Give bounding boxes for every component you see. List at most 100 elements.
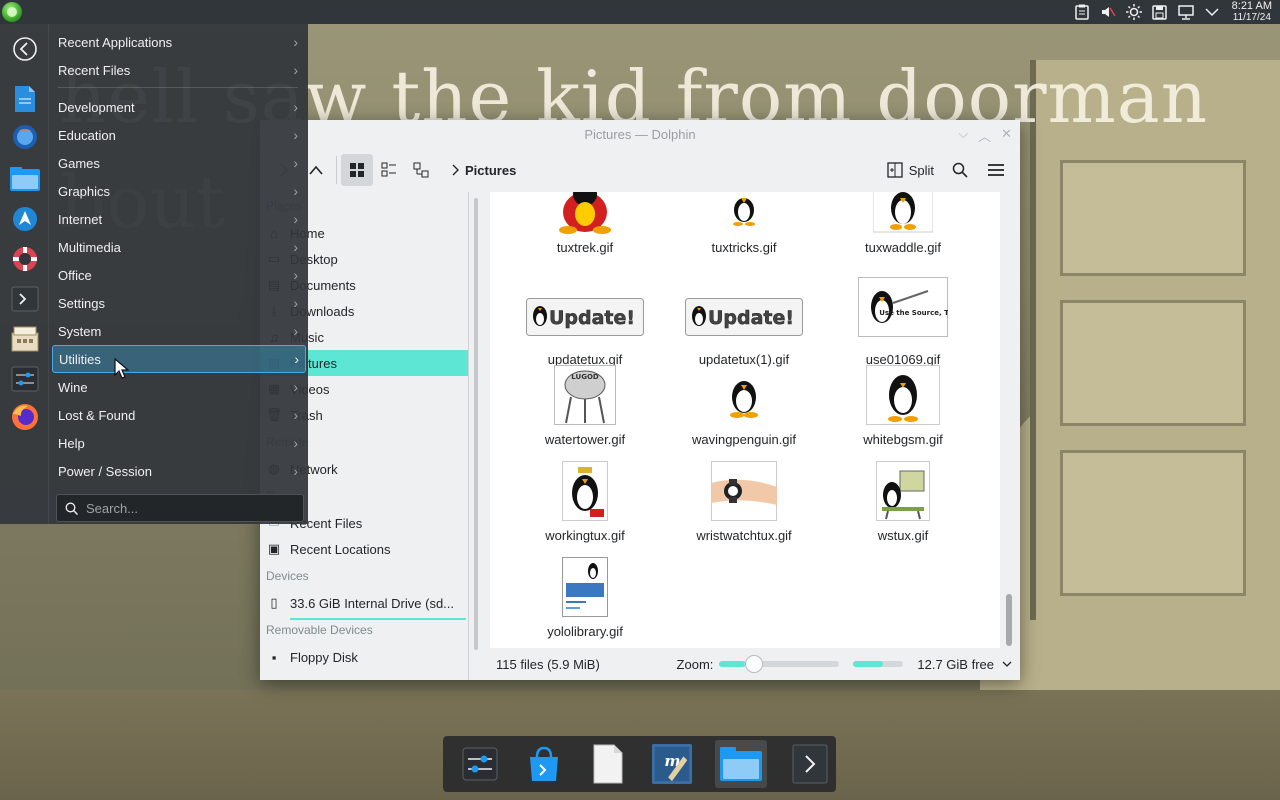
brightness-icon[interactable] xyxy=(1124,2,1144,22)
menu-item-development[interactable]: Development › xyxy=(52,93,304,121)
dock-system-settings[interactable] xyxy=(459,742,501,786)
file-item[interactable]: tuxtrek.gif xyxy=(510,192,660,255)
dock-file-manager[interactable] xyxy=(715,740,767,788)
file-item[interactable]: LUGOD watertower.gif xyxy=(510,364,660,447)
file-name: tuxtrek.gif xyxy=(556,240,614,255)
zoom-slider-handle[interactable] xyxy=(745,655,764,673)
wallpaper-door-panel xyxy=(1060,160,1246,276)
menu-item-office[interactable]: Office › xyxy=(52,261,304,289)
menu-item-help[interactable]: Help › xyxy=(52,429,304,457)
save-icon[interactable] xyxy=(1150,2,1170,22)
favorite-terminal[interactable] xyxy=(8,282,42,316)
breadcrumb[interactable]: Pictures xyxy=(451,163,516,178)
free-space-label: 12.7 GiB free xyxy=(917,656,994,672)
favorite-browser[interactable] xyxy=(8,120,42,154)
close-icon[interactable]: ✕ xyxy=(1001,126,1012,145)
dock-more[interactable] xyxy=(789,742,831,786)
menu-label: Utilities xyxy=(59,351,101,367)
menu-item-recent-applications[interactable]: Recent Applications › xyxy=(52,28,304,56)
file-item[interactable]: wstux.gif xyxy=(828,460,978,543)
menu-item-lost-found[interactable]: Lost & Found › xyxy=(52,401,304,429)
menu-label: Office xyxy=(58,267,92,283)
file-item[interactable]: Use the Source, Tux! use01069.gif xyxy=(828,268,978,367)
details-view-button[interactable] xyxy=(405,154,437,186)
window-titlebar[interactable]: Pictures — Dolphin ⌵ ︿ ✕ xyxy=(260,120,1020,148)
split-button[interactable]: Split xyxy=(881,154,940,186)
devices-section-header: Devices xyxy=(266,569,309,583)
file-item[interactable]: Update! updatetux(1).gif xyxy=(669,288,819,367)
compact-view-button[interactable] xyxy=(373,154,405,186)
menu-search-input[interactable]: Search... xyxy=(56,494,304,522)
blank-document-icon xyxy=(593,744,623,784)
favorite-settings[interactable] xyxy=(8,362,42,396)
scrollbar-thumb[interactable] xyxy=(1006,594,1012,646)
menu-item-multimedia[interactable]: Multimedia › xyxy=(52,233,304,261)
favorite-discover[interactable] xyxy=(8,202,42,236)
places-item-internal-drive[interactable]: ▯ 33.6 GiB Internal Drive (sd... xyxy=(260,590,468,616)
volume-muted-icon[interactable] xyxy=(1098,2,1118,22)
file-name: watertower.gif xyxy=(544,432,626,447)
hamburger-menu-button[interactable] xyxy=(980,154,1012,186)
places-item-floppy[interactable]: ▪ Floppy Disk xyxy=(260,644,468,670)
menu-item-power-session[interactable]: Power / Session › xyxy=(52,457,304,485)
file-item[interactable]: whitebgsm.gif xyxy=(828,364,978,447)
file-item[interactable]: Update! updatetux.gif xyxy=(510,288,660,367)
menu-item-recent-files[interactable]: Recent Files › xyxy=(52,56,304,84)
recent-locations-icon: ▣ xyxy=(267,541,281,556)
favorite-tool[interactable] xyxy=(8,322,42,356)
menu-label: Settings xyxy=(58,295,105,311)
zoom-slider[interactable] xyxy=(719,655,840,673)
menu-label: Recent Applications xyxy=(58,34,173,50)
drive-usage-bar xyxy=(290,618,466,620)
menu-item-graphics[interactable]: Graphics › xyxy=(52,177,304,205)
workstation-tux-icon xyxy=(876,461,930,521)
dock-text-editor[interactable]: m xyxy=(651,742,693,786)
application-launcher-button[interactable] xyxy=(2,2,22,22)
places-scrollbar[interactable] xyxy=(474,198,478,650)
toolbar-separator xyxy=(336,156,337,184)
file-thumbnail xyxy=(562,460,608,522)
file-item[interactable]: wristwatchtux.gif xyxy=(669,460,819,543)
chevron-right-icon: › xyxy=(293,239,298,255)
dock-discover[interactable] xyxy=(523,742,565,786)
breadcrumb-current[interactable]: Pictures xyxy=(465,163,516,178)
menu-item-system[interactable]: System › xyxy=(52,317,304,345)
back-button[interactable] xyxy=(8,32,42,66)
file-name: yololibrary.gif xyxy=(547,624,623,639)
dock-blank-document[interactable] xyxy=(587,742,629,786)
menu-item-games[interactable]: Games › xyxy=(52,149,304,177)
digital-clock[interactable]: 8:21 AM 11/17/24 xyxy=(1232,1,1272,24)
menu-item-education[interactable]: Education › xyxy=(52,121,304,149)
zoom-label: Zoom: xyxy=(676,656,714,672)
file-item[interactable]: tuxwaddle.gif xyxy=(828,192,978,255)
search-button[interactable] xyxy=(944,154,976,186)
places-item-recent-locations[interactable]: ▣ Recent Locations xyxy=(260,536,468,562)
file-item[interactable]: yololibrary.gif xyxy=(510,556,660,639)
favorite-help[interactable] xyxy=(8,242,42,276)
chevron-down-icon[interactable] xyxy=(1202,2,1222,22)
chevron-right-icon: › xyxy=(293,295,298,311)
file-item[interactable]: tuxtricks.gif xyxy=(669,192,819,255)
update-banner-icon: Update! xyxy=(685,298,803,336)
network-icon[interactable] xyxy=(1176,2,1196,22)
dolphin-toolbar: Pictures Split xyxy=(260,148,1020,192)
file-view-scrollbar[interactable] xyxy=(1006,200,1012,646)
menu-item-settings[interactable]: Settings › xyxy=(52,289,304,317)
menu-item-utilities[interactable]: Utilities › xyxy=(52,345,306,373)
file-item[interactable]: wavingpenguin.gif xyxy=(669,364,819,447)
menu-item-internet[interactable]: Internet › xyxy=(52,205,304,233)
clipboard-icon[interactable] xyxy=(1072,2,1092,22)
favorite-file-manager[interactable] xyxy=(8,162,42,196)
file-item[interactable]: workingtux.gif xyxy=(510,460,660,543)
zoom-control: Zoom: xyxy=(676,655,904,673)
favorites-column xyxy=(0,24,49,524)
icons-view-button[interactable] xyxy=(341,154,373,186)
minimize-icon[interactable]: ⌵ xyxy=(958,126,968,145)
favorite-writer[interactable] xyxy=(8,82,42,116)
favorite-firefox[interactable] xyxy=(8,400,42,434)
menu-item-wine[interactable]: Wine › xyxy=(52,373,304,401)
chevron-right-icon: › xyxy=(293,379,298,395)
menu-label: Development xyxy=(58,99,135,115)
maximize-icon[interactable]: ︿ xyxy=(978,126,991,145)
free-space-button[interactable]: 12.7 GiB free xyxy=(917,657,1012,672)
